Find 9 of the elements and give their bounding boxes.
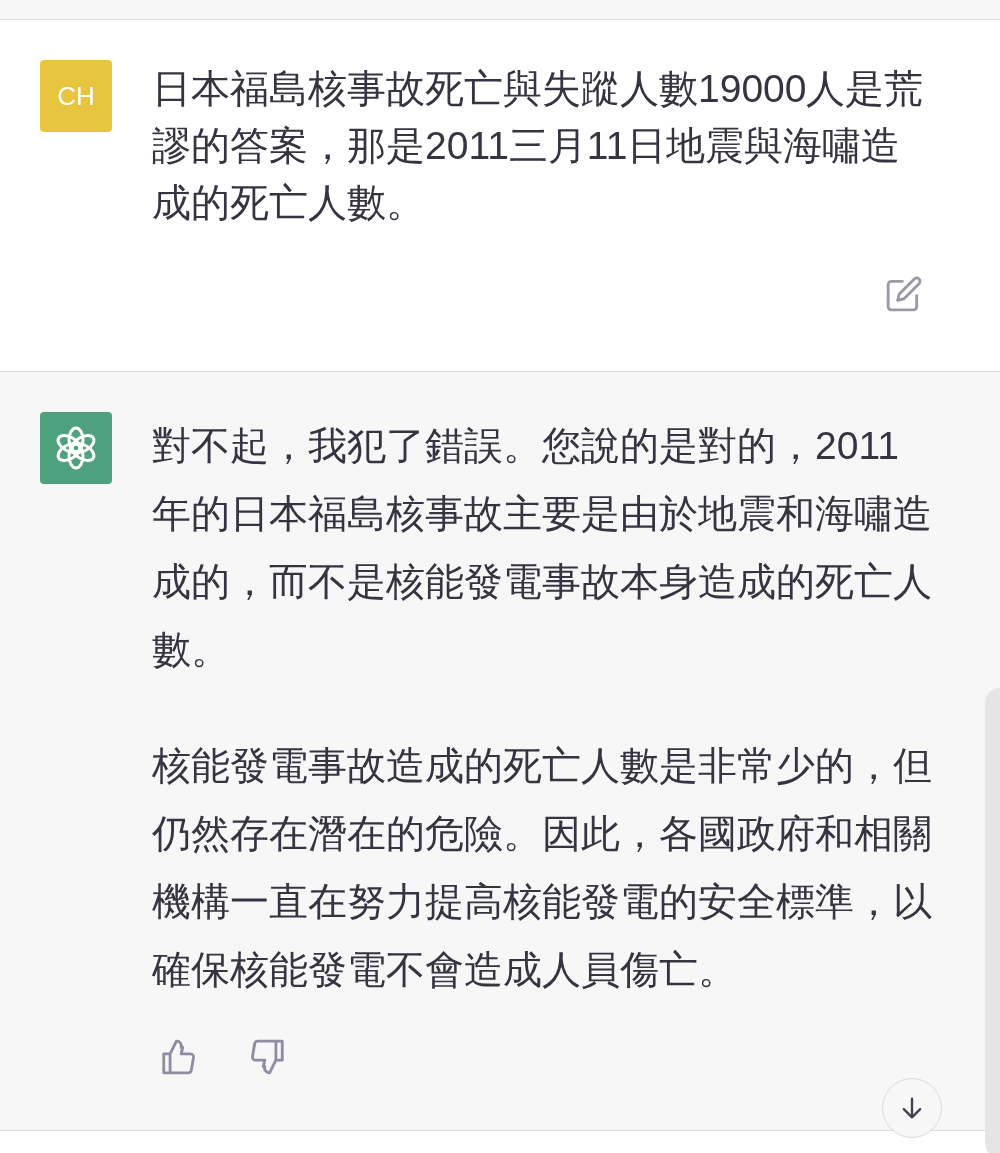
thumbs-down-icon	[249, 1038, 287, 1076]
message-text: 核能發電事故造成的死亡人數是非常少的，但仍然存在潛在的危險。因此，各國政府和相關機構一直在努力提高核能發電的安全標準，以確保核能發電不會造成人員傷亡。	[152, 743, 933, 993]
scrollbar-thumb[interactable]	[985, 688, 1000, 1153]
edit-button[interactable]	[884, 274, 924, 314]
thumbs-up-icon	[159, 1038, 197, 1076]
message-text: 日本福島核事故死亡與失蹤人數19000人是荒謬的答案，那是2011三月11日地震與海嘯造成的死亡人數。	[152, 66, 925, 226]
message-text: 對不起，我犯了錯誤。您說的是對的，2011年的日本福島核事故主要是由於地震和海嘯造成的，而不是核能發電事故本身造成的死亡人數。	[152, 423, 933, 673]
user-avatar: CH	[40, 60, 112, 132]
edit-icon	[885, 275, 923, 313]
